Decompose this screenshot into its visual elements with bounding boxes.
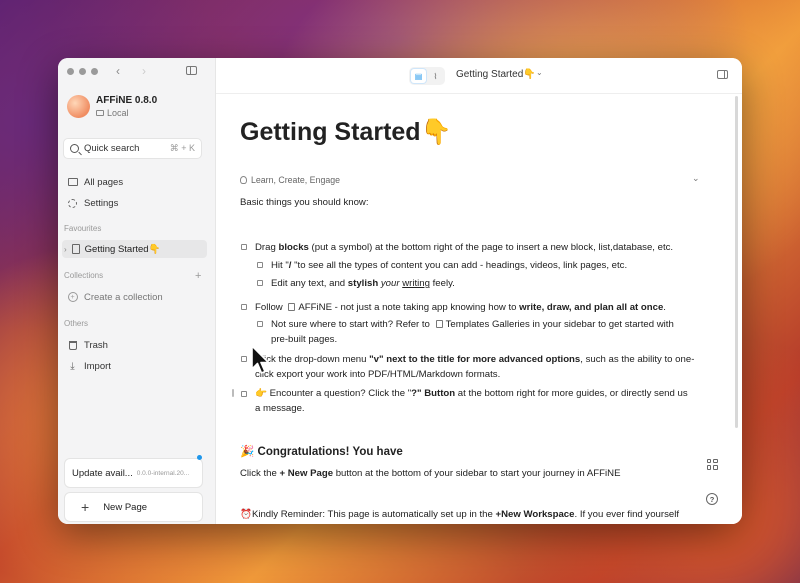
todo-item-drag[interactable]: Drag blocks (put a symbol) at the bottom… bbox=[255, 240, 673, 255]
circle-plus-icon: + bbox=[67, 292, 78, 302]
history-nav: ‹ › bbox=[116, 64, 146, 78]
templates-link[interactable]: Templates Galleries bbox=[446, 319, 530, 330]
todo-checkbox[interactable] bbox=[257, 262, 263, 268]
favourite-item-label: Getting Started👇 bbox=[84, 243, 161, 255]
doc-title[interactable]: Getting Started👇 bbox=[240, 118, 452, 147]
sidebar-item-import[interactable]: ⤓ Import bbox=[67, 358, 111, 374]
quick-search-shortcut: ⌘ + K bbox=[169, 143, 195, 153]
reminder-paragraph[interactable]: ⏰Kindly Reminder: This page is automatic… bbox=[240, 507, 679, 522]
todo-checkbox[interactable] bbox=[241, 356, 247, 362]
editor-area: ▤ ⌇ Getting Started👇 ⌄ Getting Started👇 … bbox=[216, 58, 742, 524]
tag-icon bbox=[240, 176, 247, 184]
back-arrow-icon[interactable]: ‹ bbox=[116, 64, 120, 78]
doc-tags[interactable]: Learn, Create, Engage bbox=[240, 175, 340, 185]
page-link-icon bbox=[435, 320, 443, 328]
todo-checkbox[interactable] bbox=[241, 304, 247, 310]
favourite-item-getting-started[interactable]: › Getting Started👇 bbox=[62, 240, 207, 258]
sidebar-item-settings[interactable]: Settings bbox=[67, 195, 118, 211]
search-icon bbox=[70, 144, 79, 153]
todo-item-templates[interactable]: Not sure where to start with? Refer to T… bbox=[271, 317, 711, 347]
apps-grid-button[interactable] bbox=[705, 457, 719, 471]
congrats-heading[interactable]: 🎉 Congratulations! You have bbox=[240, 444, 403, 458]
close-window-button[interactable] bbox=[67, 68, 74, 75]
sidebar-item-trash[interactable]: Trash bbox=[67, 337, 108, 353]
forward-arrow-icon[interactable]: › bbox=[142, 64, 146, 78]
minimize-window-button[interactable] bbox=[79, 68, 86, 75]
header-page-title[interactable]: Getting Started👇 bbox=[456, 69, 536, 80]
page-link-icon bbox=[288, 303, 296, 311]
workspace-card[interactable]: AFFiNE 0.8.0 Local bbox=[67, 95, 157, 118]
help-icon: ? bbox=[706, 493, 718, 505]
trash-icon bbox=[68, 340, 77, 350]
sidebar-item-label: Import bbox=[84, 360, 111, 372]
window-controls bbox=[67, 68, 98, 75]
page-mode-icon[interactable]: ▤ bbox=[411, 69, 426, 83]
update-version: 0.0.0-internal.20... bbox=[136, 469, 190, 477]
sidebar-toggle-icon[interactable] bbox=[186, 66, 197, 75]
mouse-cursor-icon bbox=[251, 345, 270, 374]
import-icon: ⤓ bbox=[70, 360, 75, 372]
workspace-storage-label: Local bbox=[107, 108, 129, 118]
sidebar: ‹ › AFFiNE 0.8.0 Local Quick search ⌘ + … bbox=[58, 58, 216, 524]
block-drag-handle[interactable] bbox=[232, 389, 234, 397]
grid-icon bbox=[706, 458, 718, 470]
new-page-button[interactable]: + New Page bbox=[64, 492, 203, 522]
todo-item-dropdown[interactable]: Click the drop-down menu "v" next to the… bbox=[255, 352, 715, 382]
todo-checkbox[interactable] bbox=[257, 321, 263, 327]
todo-checkbox[interactable] bbox=[241, 244, 247, 250]
monitor-icon bbox=[96, 110, 104, 116]
todo-item-question[interactable]: 👉 Encounter a question? Click the "?" Bu… bbox=[255, 386, 715, 416]
app-window: ‹ › AFFiNE 0.8.0 Local Quick search ⌘ + … bbox=[58, 58, 742, 524]
chevron-down-icon[interactable]: ⌄ bbox=[692, 173, 700, 184]
sidebar-item-all-pages[interactable]: All pages bbox=[67, 174, 123, 190]
favourites-heading: Favourites bbox=[64, 224, 102, 233]
todo-item-edit[interactable]: Edit any text, and stylish your writing … bbox=[271, 276, 455, 291]
chevron-down-icon[interactable]: ⌄ bbox=[536, 68, 543, 77]
sidebar-item-label: Trash bbox=[84, 339, 108, 351]
create-collection-label: Create a collection bbox=[84, 291, 163, 303]
congrats-paragraph[interactable]: Click the + New Page button at the botto… bbox=[240, 466, 620, 481]
workspace-storage: Local bbox=[96, 108, 157, 118]
sidebar-item-label: Settings bbox=[84, 197, 119, 209]
doc-intro[interactable]: Basic things you should know: bbox=[240, 195, 369, 210]
quick-search-button[interactable]: Quick search ⌘ + K bbox=[63, 138, 202, 159]
gear-icon bbox=[68, 198, 77, 208]
editor-scrollbar[interactable] bbox=[735, 96, 738, 428]
folder-icon bbox=[67, 178, 78, 186]
editor-header: ▤ ⌇ Getting Started👇 ⌄ bbox=[216, 58, 742, 94]
help-button[interactable]: ? bbox=[705, 492, 719, 506]
page-icon bbox=[71, 244, 80, 254]
todo-item-hit[interactable]: Hit "/ "to see all the types of content … bbox=[271, 258, 627, 273]
workspace-avatar bbox=[67, 95, 90, 118]
editor-mode-switch: ▤ ⌇ bbox=[409, 67, 445, 85]
new-page-label: New Page bbox=[103, 501, 148, 513]
plus-icon: + bbox=[81, 499, 90, 515]
create-collection-button[interactable]: + Create a collection bbox=[67, 289, 163, 305]
doc-tags-label: Learn, Create, Engage bbox=[251, 175, 341, 185]
update-title: Update avail... bbox=[72, 467, 133, 479]
others-heading: Others bbox=[64, 319, 89, 328]
todo-checkbox[interactable] bbox=[241, 391, 247, 397]
add-collection-icon[interactable]: + bbox=[195, 270, 201, 282]
quick-search-label: Quick search bbox=[84, 143, 140, 154]
collections-heading: Collections bbox=[64, 271, 104, 280]
todo-checkbox[interactable] bbox=[257, 280, 263, 286]
update-indicator-dot bbox=[197, 455, 202, 460]
update-available-button[interactable]: Update avail... 0.0.0-internal.20... bbox=[64, 458, 203, 488]
chevron-right-icon[interactable]: › bbox=[64, 245, 67, 254]
zoom-window-button[interactable] bbox=[91, 68, 98, 75]
right-panel-toggle-icon[interactable] bbox=[717, 70, 728, 79]
edgeless-mode-icon[interactable]: ⌇ bbox=[428, 69, 443, 83]
sidebar-item-label: All pages bbox=[84, 176, 124, 188]
todo-item-follow[interactable]: Follow AFFiNE - not just a note taking a… bbox=[255, 300, 666, 315]
workspace-name: AFFiNE 0.8.0 bbox=[96, 95, 158, 106]
